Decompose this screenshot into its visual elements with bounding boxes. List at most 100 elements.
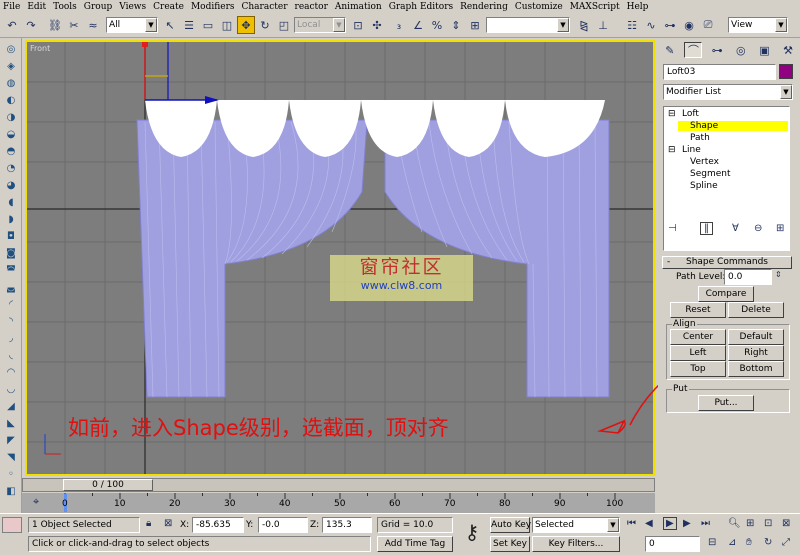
schematic-view-icon[interactable]: ⊶ <box>661 16 679 34</box>
compare-button[interactable]: Compare <box>698 286 754 302</box>
stack-item-spline[interactable]: Spline <box>690 181 718 191</box>
menu-graph-editors[interactable]: Graph Editors <box>389 2 453 12</box>
tool-icon[interactable]: ◛ <box>4 280 18 294</box>
curve-editor-icon[interactable]: ∿ <box>642 16 660 34</box>
zoom-extents-icon[interactable]: ⊡ <box>764 518 772 529</box>
menu-modifiers[interactable]: Modifiers <box>191 2 235 12</box>
tool-icon[interactable]: ◣ <box>4 416 18 430</box>
stack-toggle-icon[interactable]: ⊟ <box>668 145 676 155</box>
spinner-icon[interactable]: ⇕ <box>775 270 782 279</box>
tool-icon[interactable]: ◑ <box>4 110 18 124</box>
absolute-mode-icon[interactable]: ⊠ <box>164 518 172 529</box>
tool-icon[interactable]: ◦ <box>4 467 18 481</box>
tool-icon[interactable]: ◔ <box>4 161 18 175</box>
snap-3d-icon[interactable]: ₃ <box>390 16 408 34</box>
stack-item-shape[interactable]: Shape <box>678 121 788 131</box>
timeline-track[interactable]: 0 10 20 30 40 50 60 70 80 90 100 <box>22 493 655 513</box>
scale-icon[interactable]: ◰ <box>275 16 293 34</box>
play-icon[interactable]: ▶ <box>663 517 677 530</box>
key-filters-button[interactable]: Key Filters... <box>532 536 620 552</box>
tool-icon[interactable]: ◘ <box>4 229 18 243</box>
utilities-tab-icon[interactable]: ⚒ <box>779 42 797 58</box>
tool-icon[interactable]: ◤ <box>4 433 18 447</box>
pin-stack-icon[interactable]: ⊣ <box>668 223 677 234</box>
shape-commands-rollout[interactable]: - Shape Commands <box>662 256 792 269</box>
key-icon[interactable]: ⌖ <box>33 495 39 509</box>
stack-toggle-icon[interactable]: ⊟ <box>668 109 676 119</box>
tool-icon[interactable]: ◝ <box>4 314 18 328</box>
zoom-all-icon[interactable]: ⊞ <box>746 518 754 529</box>
menu-customize[interactable]: Customize <box>515 2 563 12</box>
menu-views[interactable]: Views <box>119 2 146 12</box>
angle-snap-icon[interactable]: ∠ <box>409 16 427 34</box>
pivot-icon[interactable]: ⊡ <box>349 16 367 34</box>
time-slider-thumb[interactable]: 0 / 100 <box>63 479 153 491</box>
unlink-icon[interactable]: ✂ <box>65 16 83 34</box>
zoom-icon[interactable]: 🔍︎ <box>728 518 741 529</box>
menu-maxscript[interactable]: MAXScript <box>570 2 620 12</box>
link-icon[interactable]: ⛓ <box>46 16 64 34</box>
tool-icon[interactable]: ◧ <box>4 484 18 498</box>
tool-icon[interactable]: ◕ <box>4 178 18 192</box>
right-button[interactable]: Right <box>728 345 784 361</box>
lock-icon[interactable]: 🔒︎ <box>146 518 151 529</box>
stack-item-segment[interactable]: Segment <box>690 169 731 179</box>
tool-icon[interactable]: ◢ <box>4 399 18 413</box>
stack-item-line[interactable]: Line <box>682 145 701 155</box>
path-level-field[interactable]: 0.0 <box>724 269 772 285</box>
x-coordinate-field[interactable]: -85.635 <box>192 517 244 533</box>
tool-icon[interactable]: ◙ <box>4 246 18 260</box>
selection-filter-dropdown[interactable]: All ▼ <box>106 17 158 33</box>
rotate-icon[interactable]: ↻ <box>256 16 274 34</box>
window-crossing-icon[interactable]: ◫ <box>218 16 236 34</box>
bind-space-warp-icon[interactable]: ≈ <box>84 16 102 34</box>
make-unique-icon[interactable]: ∀ <box>732 223 739 234</box>
left-button[interactable]: Left <box>670 345 726 361</box>
time-configuration-icon[interactable]: ⊟ <box>708 537 716 548</box>
z-coordinate-field[interactable]: 135.3 <box>322 517 372 533</box>
align-icon[interactable]: ⊥ <box>594 16 612 34</box>
material-editor-icon[interactable]: ◉ <box>680 16 698 34</box>
menu-tools[interactable]: Tools <box>53 2 77 12</box>
reset-button[interactable]: Reset <box>670 302 726 318</box>
select-by-name-icon[interactable]: ☰ <box>180 16 198 34</box>
named-selection-dropdown[interactable]: ▼ <box>486 17 570 33</box>
menu-animation[interactable]: Animation <box>335 2 382 12</box>
menu-help[interactable]: Help <box>627 2 649 12</box>
tool-icon[interactable]: ◖ <box>4 195 18 209</box>
menu-file[interactable]: File <box>3 2 20 12</box>
tool-icon[interactable]: ◠ <box>4 365 18 379</box>
go-to-start-icon[interactable]: ⏮ <box>627 518 636 529</box>
named-selection-icon[interactable]: ⊞ <box>466 16 484 34</box>
menu-group[interactable]: Group <box>84 2 112 12</box>
tool-icon[interactable]: ◍ <box>4 76 18 90</box>
hierarchy-tab-icon[interactable]: ⊶ <box>708 42 726 58</box>
maxscript-listener-icon[interactable] <box>2 517 22 533</box>
layer-manager-icon[interactable]: ☷ <box>623 16 641 34</box>
tool-icon[interactable]: ◜ <box>4 297 18 311</box>
tool-icon[interactable]: ◈ <box>4 59 18 73</box>
move-icon[interactable]: ✥ <box>237 16 255 34</box>
remove-modifier-icon[interactable]: ⊖ <box>754 223 762 234</box>
menu-edit[interactable]: Edit <box>27 2 46 12</box>
select-icon[interactable]: ↖ <box>161 16 179 34</box>
zoom-extents-all-icon[interactable]: ⊠ <box>782 518 790 529</box>
redo-icon[interactable]: ↷ <box>22 16 40 34</box>
current-frame-field[interactable]: 0 <box>645 536 700 552</box>
maximize-viewport-icon[interactable]: ⤢ <box>782 537 790 548</box>
next-frame-icon[interactable]: ▶ <box>683 518 691 529</box>
mirror-icon[interactable]: ⧎ <box>575 16 593 34</box>
viewport-label[interactable]: Front <box>30 44 50 53</box>
center-button[interactable]: Center <box>670 329 726 345</box>
arc-rotate-icon[interactable]: ↻ <box>764 537 772 548</box>
manipulate-icon[interactable]: ✣ <box>368 16 386 34</box>
stack-item-loft[interactable]: Loft <box>682 109 699 119</box>
key-mode-dropdown[interactable]: Selected ▼ <box>532 517 620 533</box>
tool-icon[interactable]: ◒ <box>4 127 18 141</box>
default-button[interactable]: Default <box>728 329 784 345</box>
show-end-result-icon[interactable]: ‖ <box>700 222 713 235</box>
set-key-button[interactable]: Set Key <box>490 536 530 552</box>
put-button[interactable]: Put... <box>698 395 754 411</box>
top-button[interactable]: Top <box>670 361 726 377</box>
modify-tab-icon[interactable]: ⌒ <box>684 42 703 58</box>
